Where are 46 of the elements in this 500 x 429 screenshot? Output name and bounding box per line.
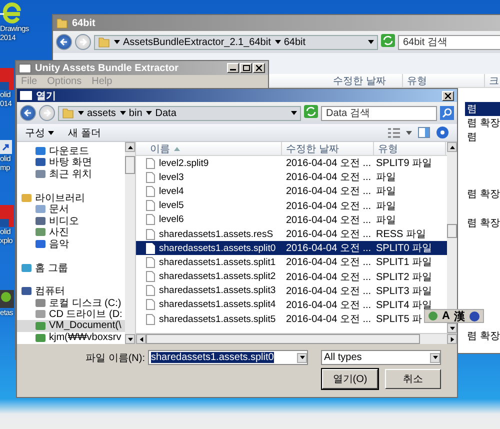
- file-type-text: 렴 확장: [466, 216, 500, 230]
- file-type: 파일: [375, 185, 396, 198]
- modified-date: 2016-04-04 오전 ...: [285, 298, 372, 312]
- file-name: sharedassets1.assets.split3: [159, 285, 276, 296]
- window-title: Unity Assets Bundle Extractor: [35, 62, 180, 74]
- modified-date: 2016-04-04 오전 ...: [285, 157, 372, 170]
- modified-date: 2016-04-04 오전 ...: [285, 313, 372, 326]
- modified-date: 2016-04-04 오전 ...: [285, 228, 372, 242]
- file-type: SPLIT0 파일: [375, 242, 432, 256]
- file-type-text: 렴 확장: [466, 330, 500, 344]
- file-type-text: 렴 확장: [466, 117, 500, 130]
- modified-date: 2016-04-04 오전 ...: [285, 200, 372, 213]
- dialog-title: 열기: [36, 90, 57, 102]
- modified-date: 2016-04-04 오전 ...: [285, 185, 372, 198]
- file-name: sharedassets1.assets.split2: [159, 271, 276, 282]
- file-type: 파일: [375, 171, 396, 184]
- modified-date: 2016-04-04 오전 ...: [285, 214, 372, 227]
- file-name: level3: [159, 172, 184, 183]
- file-type: 파일: [375, 214, 396, 227]
- file-type: SPLIT3 파일: [375, 284, 432, 298]
- modified-date: 2016-04-04 오전 ...: [285, 284, 372, 298]
- file-type: SPLIT2 파일: [375, 270, 432, 284]
- file-type: 파일: [375, 200, 396, 213]
- file-name: level6: [159, 214, 184, 226]
- file-name: level2.split9: [159, 158, 209, 169]
- file-name: level4: [159, 186, 184, 197]
- file-type: RESS 파일: [375, 228, 426, 242]
- file-type: SPLIT9 파일: [375, 157, 432, 170]
- modified-date: 2016-04-04 오전 ...: [285, 242, 372, 256]
- modified-date: 2016-04-04 오전 ...: [285, 270, 372, 284]
- file-type-text: 렴: [465, 102, 500, 116]
- file-type-text: 렴: [466, 131, 478, 144]
- file-type: SPLIT5 파: [375, 313, 422, 326]
- file-name: sharedassets1.assets.split4: [159, 299, 276, 310]
- file-name: level5: [159, 200, 184, 212]
- file-type: SPLIT4 파일: [375, 298, 432, 312]
- file-name: sharedassets1.assets.split5: [159, 314, 276, 325]
- file-type-text: 렴 확장: [466, 188, 500, 202]
- file-type: SPLIT1 파일: [375, 256, 432, 270]
- window-title: 64bit: [72, 18, 96, 28]
- modified-date: 2016-04-04 오전 ...: [285, 256, 372, 270]
- file-name: sharedassets1.assets.split1: [159, 256, 276, 268]
- file-name: sharedassets1.assets.split0: [159, 242, 276, 254]
- modified-date: 2016-04-04 오전 ...: [285, 171, 372, 184]
- file-name: sharedassets1.assets.resS: [159, 228, 274, 240]
- filename-label: 파일 이름(N):: [86, 352, 145, 364]
